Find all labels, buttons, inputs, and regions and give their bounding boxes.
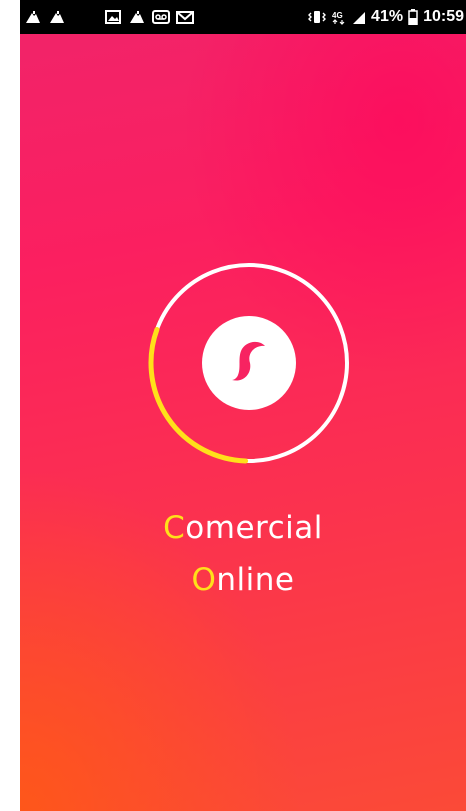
battery-icon (408, 9, 418, 25)
battery-percent: 41% (371, 8, 404, 25)
brand-title-line1: Comercial (20, 510, 466, 546)
notification-icons (20, 0, 194, 34)
vibrate-icon (308, 9, 327, 25)
app-notification-icon (48, 9, 66, 25)
4g-icon: 4G (331, 9, 347, 25)
splash-screen: 4G 41% 10:59 Comercial Online (20, 0, 466, 811)
status-bar: 4G 41% 10:59 (20, 0, 466, 34)
signal-icon (352, 9, 366, 25)
mail-icon (176, 9, 194, 25)
system-icons: 4G 41% 10:59 (308, 0, 466, 34)
voicemail-icon (152, 9, 170, 25)
svg-text:4G: 4G (332, 11, 343, 20)
brand-word-comercial: omercial (185, 510, 323, 546)
brand-initial-o: O (191, 562, 217, 598)
brand-title-line2: Online (20, 562, 466, 598)
image-icon (104, 9, 122, 25)
brand-word-online: nline (216, 562, 295, 598)
app-notification-icon (128, 9, 146, 25)
app-notification-icon (24, 9, 42, 25)
app-logo (148, 262, 350, 464)
brand-initial-c: C (163, 510, 186, 546)
s-logo-icon (202, 316, 296, 410)
clock: 10:59 (423, 8, 464, 25)
